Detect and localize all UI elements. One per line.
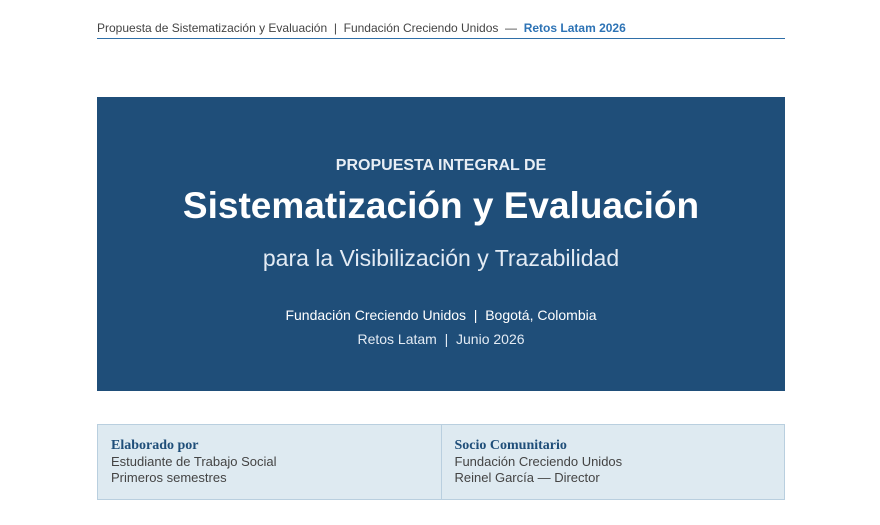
header-separator: |: [333, 21, 337, 35]
banner-title: Sistematización y Evaluación: [182, 185, 700, 226]
credits-box: Elaborado por Estudiante de Trabajo Soci…: [97, 424, 785, 500]
title-banner: PROPUESTA INTEGRAL DE Sistematización y …: [97, 97, 785, 391]
community-partner-line-1: Fundación Creciendo Unidos: [454, 454, 623, 469]
community-partner-column: Socio Comunitario Fundación Creciendo Un…: [440, 425, 785, 499]
community-partner-heading: Socio Comunitario: [454, 438, 567, 453]
banner-subtitle: para la Visibilización y Trazabilidad: [262, 245, 620, 271]
header-doc-title: Propuesta de Sistematización y Evaluació…: [97, 21, 328, 35]
header-program: Retos Latam 2026: [523, 21, 626, 35]
banner-kicker: PROPUESTA INTEGRAL DE: [335, 157, 547, 174]
banner-org-line: Fundación Creciendo Unidos | Bogotá, Col…: [285, 307, 597, 323]
header-dash: —: [505, 21, 518, 35]
prepared-by-line-2: Primeros semestres: [111, 470, 227, 485]
prepared-by-heading: Elaborado por: [111, 438, 199, 453]
prepared-by-column: Elaborado por Estudiante de Trabajo Soci…: [98, 425, 441, 499]
header-organization: Fundación Creciendo Unidos: [343, 21, 499, 35]
banner-date-line: Retos Latam | Junio 2026: [357, 331, 525, 347]
running-header: Propuesta de Sistematización y Evaluació…: [97, 21, 785, 39]
prepared-by-line-1: Estudiante de Trabajo Social: [111, 454, 277, 469]
community-partner-line-2: Reinel García — Director: [454, 470, 600, 485]
